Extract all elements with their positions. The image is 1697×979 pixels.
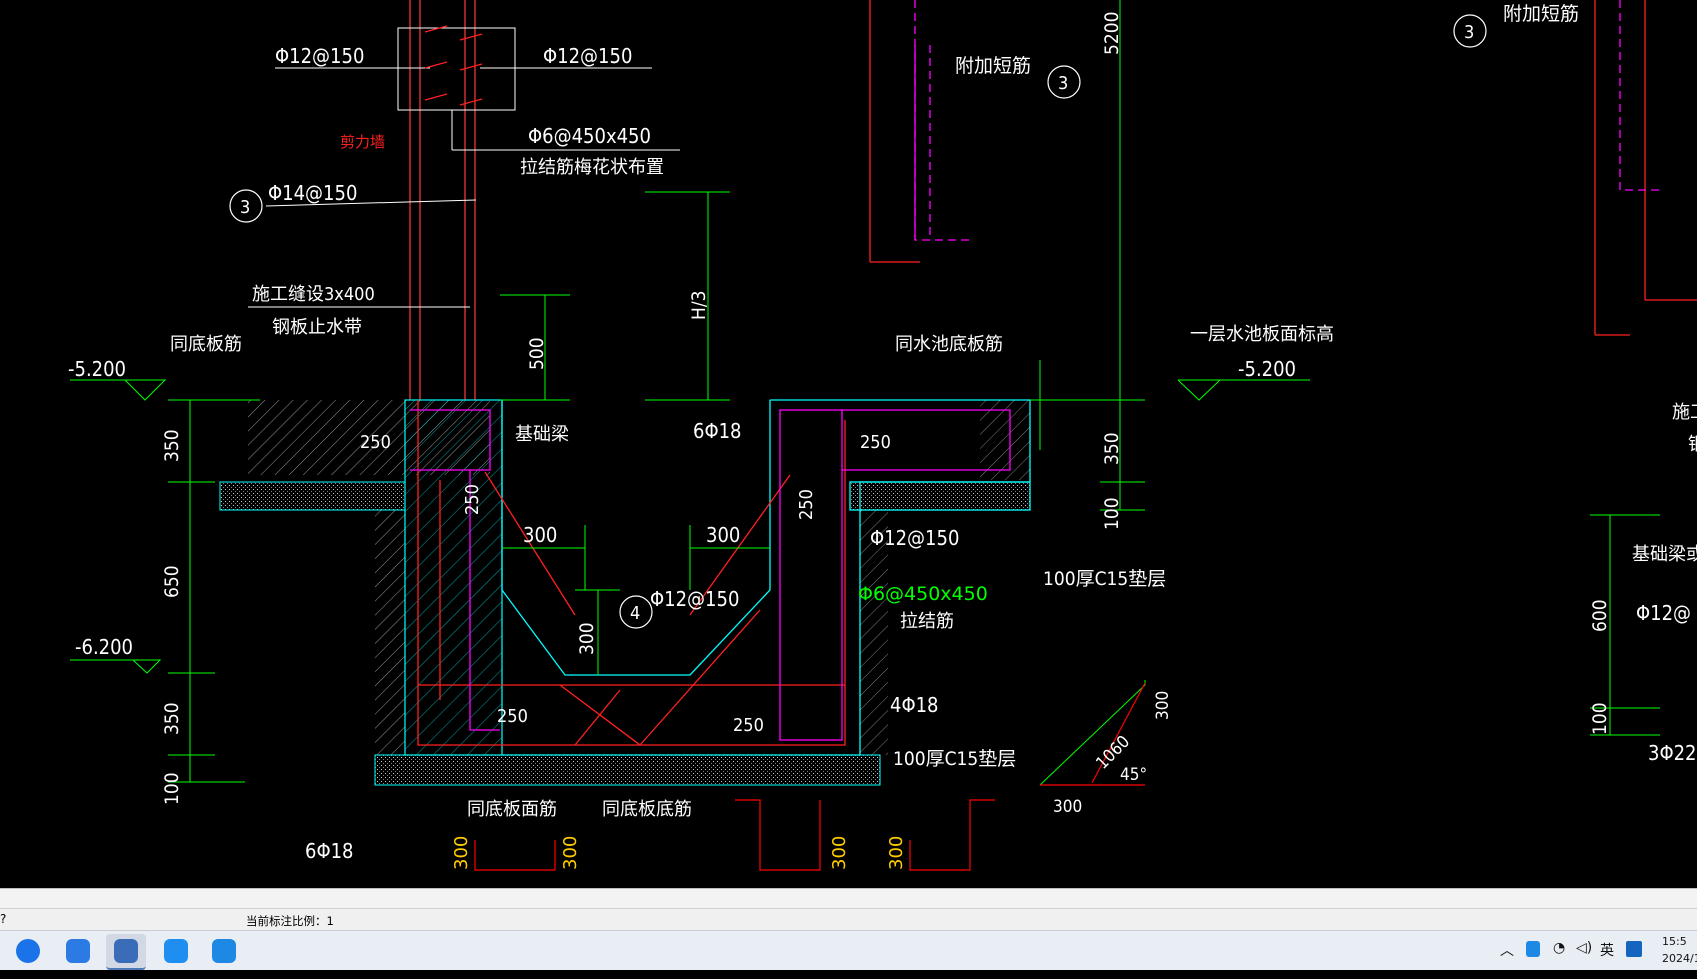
- label-construction-joint: 施工缝设3x400: [252, 284, 375, 305]
- label-found-beam-partial: 基础梁或: [1632, 544, 1697, 565]
- label-dim-250d: 250: [733, 715, 764, 736]
- label-angle-45: 45°: [1120, 765, 1147, 785]
- callout-3c: 3: [1464, 22, 1474, 43]
- label-dim-300-bl2: 300: [560, 836, 581, 870]
- wall-detail-box: [397, 27, 516, 111]
- taskbar: ︿ ◔ ◁) 英 15:5 2024/1(: [0, 930, 1697, 970]
- label-elev-lower: -6.200: [75, 635, 133, 659]
- label-construction-partial: 施工: [1672, 402, 1697, 423]
- label-c15-bedding-1: 100厚C15垫层: [1043, 568, 1166, 590]
- label-4phi18: 4Φ18: [890, 693, 939, 717]
- app-5-icon: [212, 939, 236, 963]
- chevron-up-icon[interactable]: ︿: [1500, 940, 1514, 979]
- label-foundation-beam: 基础梁: [515, 424, 569, 445]
- label-phi12-right: Φ12@150: [870, 526, 959, 550]
- clock-time: 15:5: [1662, 935, 1687, 948]
- label-c15-bedding-2: 100厚C15垫层: [893, 748, 1016, 770]
- label-tie-bar-layout: 拉结筋梅花状布置: [520, 157, 664, 178]
- label-same-slab-bottom-bar: 同底板底筋: [602, 799, 692, 820]
- label-same-slab-top-bar: 同底板面筋: [467, 799, 557, 820]
- label-dim-650: 650: [161, 565, 183, 598]
- ime-indicator[interactable]: 英: [1600, 940, 1614, 979]
- wifi-icon[interactable]: ◔: [1553, 940, 1565, 979]
- label-first-floor-elev: 一层水池板面标高: [1190, 324, 1334, 345]
- label-dim-350a: 350: [161, 429, 183, 462]
- callout-3b: 3: [1058, 73, 1068, 94]
- label-dim-250e: 250: [860, 432, 891, 453]
- label-dim-300-br1: 300: [829, 836, 850, 870]
- label-dim-300-bl1: 300: [451, 836, 472, 870]
- taskbar-app-cad[interactable]: [106, 934, 146, 970]
- label-same-pool-bottom-bar: 同水池底板筋: [895, 334, 1003, 355]
- label-additional-short-bar-1: 附加短筋: [955, 55, 1031, 77]
- tray-app-icon[interactable]: [1526, 941, 1540, 957]
- label-dim-250b: 250: [462, 484, 483, 515]
- label-steel-waterstop: 钢板止水带: [272, 317, 362, 338]
- label-dim-350r: 350: [1101, 432, 1123, 465]
- label-phi6-green: Φ6@450x450: [858, 583, 988, 605]
- ime-app-icon[interactable]: [1626, 941, 1642, 957]
- label-dim-300-br2: 300: [886, 836, 907, 870]
- label-dim-h3: H/3: [688, 291, 710, 321]
- label-6phi18-bottom: 6Φ18: [305, 839, 354, 863]
- callout-3a: 3: [240, 197, 250, 218]
- status-bar: ? 当前标注比例：1: [0, 908, 1697, 931]
- rebar: [417, 0, 1697, 746]
- label-dim-300-diag-top: 300: [1153, 691, 1173, 720]
- label-dim-350b: 350: [161, 702, 183, 735]
- cad-drawing-canvas[interactable]: 3 4 3 3 Φ12@150 Φ12@150 剪力墙 Φ6@450x450 拉…: [0, 0, 1697, 888]
- label-dim-5200: 5200: [1101, 12, 1123, 56]
- label-steel-partial: 钢: [1688, 434, 1697, 455]
- label-tie-bar-spec: Φ6@450x450: [528, 124, 651, 148]
- label-3phi22: 3Φ22: [1648, 741, 1697, 765]
- label-shear-wall: 剪力墙: [340, 133, 385, 151]
- taskbar-app-xunlei[interactable]: [58, 934, 98, 968]
- pit-outline: [501, 399, 1031, 756]
- label-dim-250a: 250: [360, 432, 391, 453]
- label-same-bottom-slab-bar: 同底板筋: [170, 334, 242, 355]
- label-dim-100r: 100: [1101, 497, 1123, 530]
- app-4-icon: [164, 939, 188, 963]
- label-dim-600: 600: [1589, 599, 1611, 632]
- label-dim-300b: 300: [706, 523, 740, 547]
- label-phi12-mid: Φ12@150: [650, 587, 739, 611]
- label-dim-300a: 300: [523, 523, 557, 547]
- label-rebar-top-left: Φ12@150: [275, 44, 364, 68]
- browser-e-icon: [16, 939, 40, 963]
- taskbar-app-4[interactable]: [156, 934, 196, 968]
- label-dim-300-diag-bottom: 300: [1053, 797, 1082, 817]
- label-dim-300v: 300: [576, 622, 598, 655]
- taskbar-app-browser[interactable]: [8, 934, 48, 968]
- volume-icon[interactable]: ◁): [1576, 940, 1592, 979]
- label-dim-250c: 250: [497, 706, 528, 727]
- label-elev-left: -5.200: [68, 357, 126, 381]
- status-cut-text: ?: [0, 912, 7, 926]
- xunlei-icon: [66, 939, 90, 963]
- label-bar-14: Φ14@150: [268, 181, 357, 205]
- cad-drawing[interactable]: 3 4 3 3 Φ12@150 Φ12@150 剪力墙 Φ6@450x450 拉…: [0, 0, 1697, 888]
- label-tie-bar: 拉结筋: [900, 611, 954, 632]
- label-dim-250f: 250: [796, 489, 817, 520]
- command-line[interactable]: [0, 888, 1697, 909]
- label-elev-right: -5.200: [1238, 357, 1296, 381]
- label-6phi18-mid: 6Φ18: [693, 419, 742, 443]
- left-foundation: [219, 399, 881, 786]
- label-additional-short-bar-2: 附加短筋: [1503, 3, 1579, 25]
- annotation-scale-label: 当前标注比例：1: [246, 914, 334, 928]
- label-dim-500: 500: [526, 337, 548, 370]
- label-phi12-partial: Φ12@: [1636, 601, 1691, 625]
- cad-icon: [114, 939, 138, 963]
- label-dim-100a: 100: [161, 772, 183, 805]
- taskbar-app-5[interactable]: [204, 934, 244, 968]
- label-rebar-top-right: Φ12@150: [543, 44, 632, 68]
- label-dim-100far: 100: [1589, 702, 1611, 735]
- clock[interactable]: 15:5 2024/1(: [1662, 933, 1697, 967]
- callout-4: 4: [630, 603, 640, 624]
- clock-date: 2024/1(: [1662, 952, 1697, 965]
